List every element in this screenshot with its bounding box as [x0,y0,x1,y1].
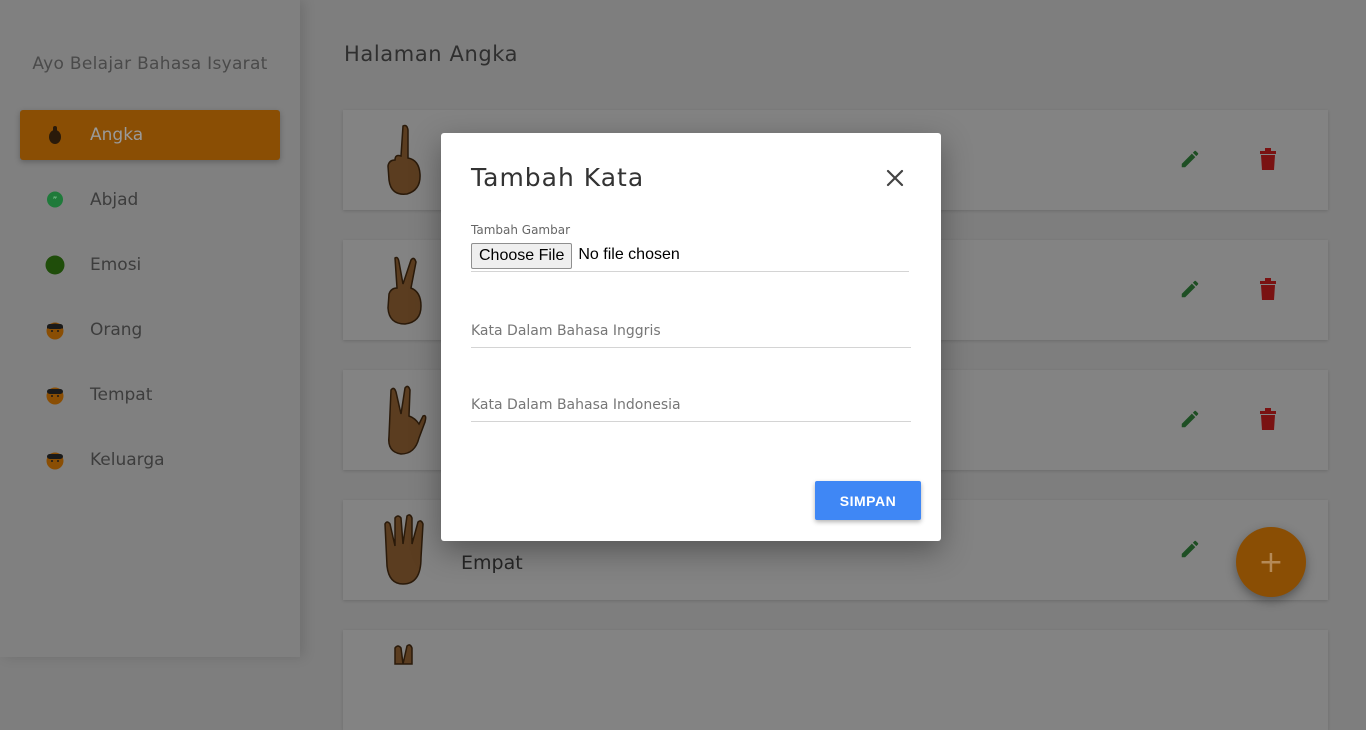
modal-title: Tambah Kata [471,163,645,192]
sidebar-item-label: Keluarga [90,450,165,470]
sidebar-item-keluarga[interactable]: Keluarga [20,435,280,485]
delete-icon[interactable] [1258,278,1278,300]
close-icon[interactable] [883,166,907,190]
hand-emoji-icon [45,125,65,145]
sidebar-item-abjad[interactable]: ” Abjad [20,175,280,225]
sidebar-item-orang[interactable]: Orang [20,305,280,355]
person-emoji-icon [45,320,65,340]
three-finger-hand-icon [381,384,431,456]
sidebar-item-angka[interactable]: Angka [20,110,280,160]
sidebar-item-label: Emosi [90,255,142,275]
sidebar-item-label: Angka [90,125,144,145]
sidebar-item-tempat[interactable]: Tempat [20,370,280,420]
sidebar-item-label: Orang [90,320,143,340]
choose-file-button[interactable]: Choose File [471,243,573,269]
speech-bubble-icon: ” [45,190,65,210]
indonesian-word-input[interactable] [471,389,911,422]
svg-text:”: ” [53,196,58,206]
sidebar-item-label: Tempat [90,385,153,405]
image-field-label: Tambah Gambar [471,223,571,237]
app-brand: Ayo Belajar Bahasa Isyarat [32,54,268,74]
save-button[interactable]: SIMPAN [815,481,921,520]
green-circle-icon [45,255,65,275]
two-finger-hand-icon [381,254,431,326]
number-card [343,630,1328,730]
english-word-input[interactable] [471,315,911,348]
edit-icon[interactable] [1179,148,1201,170]
edit-icon[interactable] [1179,538,1201,560]
card-word: Empat [461,552,523,574]
delete-icon[interactable] [1258,148,1278,170]
add-button[interactable]: + [1236,527,1306,597]
page-title: Halaman Angka [344,42,519,66]
image-file-input: Choose File No file chosen [471,243,909,272]
person-emoji-icon [45,450,65,470]
edit-icon[interactable] [1179,408,1201,430]
one-finger-hand-icon [381,124,431,196]
four-finger-hand-icon [381,514,431,586]
sidebar-menu: Angka ” Abjad Emosi Orang Tempat Keluarg… [20,110,280,500]
hand-icon [381,644,431,716]
sidebar-item-emosi[interactable]: Emosi [20,240,280,290]
sidebar: Ayo Belajar Bahasa Isyarat Angka ” Abjad… [0,0,300,657]
sidebar-item-label: Abjad [90,190,139,210]
edit-icon[interactable] [1179,278,1201,300]
delete-icon[interactable] [1258,408,1278,430]
person-emoji-icon [45,385,65,405]
add-word-modal: Tambah Kata Tambah Gambar Choose File No… [441,133,941,541]
file-status-text: No file chosen [578,246,680,263]
